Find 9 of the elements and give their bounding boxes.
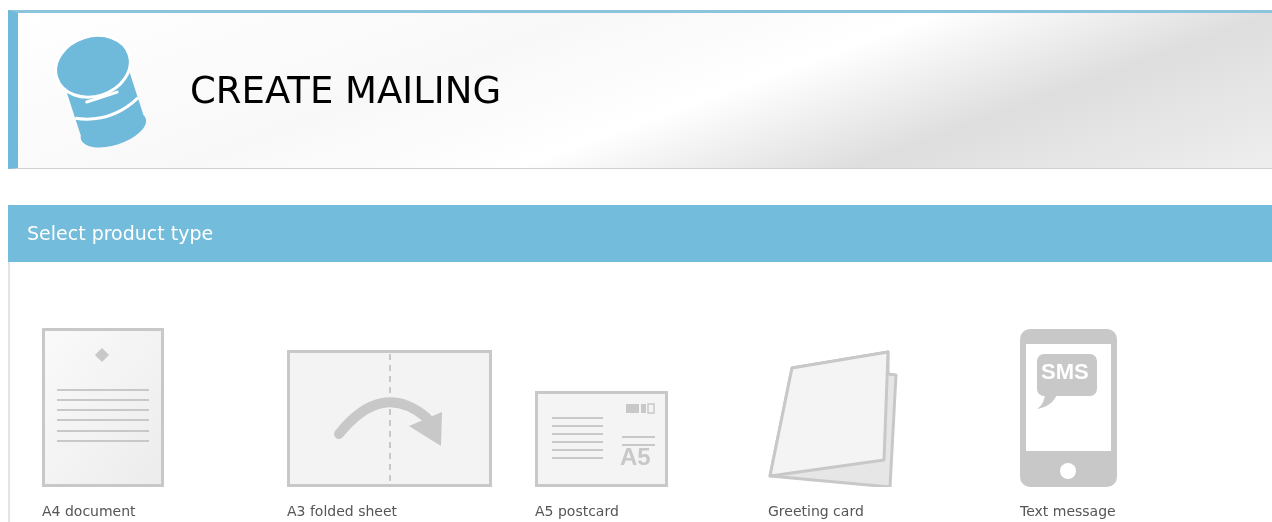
product-option[interactable]: A4 document xyxy=(42,328,287,522)
phone-icon xyxy=(1020,329,1117,487)
postcard-icon xyxy=(535,391,668,487)
page-title: CREATE MAILING xyxy=(190,72,502,109)
document-icon xyxy=(42,328,164,487)
folded-sheet-icon xyxy=(287,350,492,487)
product-option[interactable]: A3 folded sheet xyxy=(287,350,535,522)
section-title: Select product type xyxy=(27,221,214,247)
product-option[interactable]: Greeting card xyxy=(768,350,1020,522)
